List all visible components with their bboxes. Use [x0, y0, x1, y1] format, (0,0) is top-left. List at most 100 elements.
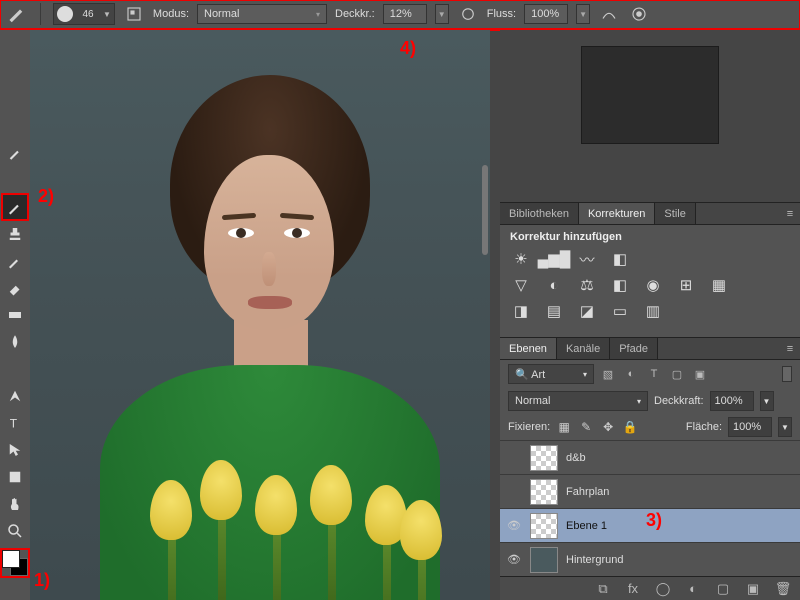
eraser-tool[interactable]	[3, 276, 27, 300]
exposure-icon[interactable]: ◧	[609, 249, 631, 269]
lock-pixels-icon[interactable]: ✎	[578, 419, 594, 435]
lock-transparency-icon[interactable]: ▦	[556, 419, 572, 435]
tab-channels[interactable]: Kanäle	[557, 338, 610, 359]
visibility-toggle[interactable]	[506, 484, 522, 500]
brush-tool[interactable]	[3, 195, 27, 219]
canvas-scrollbar[interactable]	[482, 165, 488, 255]
brush-preset-picker[interactable]: 46 ▼	[53, 3, 115, 25]
lock-position-icon[interactable]: ✥	[600, 419, 616, 435]
layer-opacity-label: Deckkraft:	[654, 395, 704, 407]
group-icon[interactable]: ▢	[714, 580, 732, 598]
lasso-tool[interactable]	[3, 60, 27, 84]
layer-opacity-scrubber[interactable]: ▼	[760, 391, 774, 411]
layer-mask-icon[interactable]: ◯	[654, 580, 672, 598]
trash-icon[interactable]: 🗑	[774, 580, 792, 598]
zoom-tool[interactable]	[3, 519, 27, 543]
pressure-size-icon[interactable]	[628, 3, 650, 25]
layer-name[interactable]: Ebene 1	[566, 520, 607, 532]
layer-opacity-input[interactable]: 100%	[710, 391, 754, 411]
opacity-scrubber[interactable]: ▼	[435, 4, 449, 24]
levels-icon[interactable]: ▄▆█	[543, 249, 565, 269]
layer-row[interactable]: 👁 Hintergrund	[500, 542, 800, 576]
brush-panel-toggle-icon[interactable]	[123, 3, 145, 25]
path-selection-tool[interactable]	[3, 438, 27, 462]
vibrance-icon[interactable]: ▽	[510, 275, 532, 295]
bw-icon[interactable]: ◧	[609, 275, 631, 295]
tab-corrections[interactable]: Korrekturen	[579, 203, 655, 224]
layer-filter-bar: 🔍 Art▾ ▧ ◐ T ▢ ▣	[500, 360, 800, 388]
layer-thumbnail[interactable]	[530, 547, 558, 573]
layer-fill-scrubber[interactable]: ▼	[778, 417, 792, 437]
layer-row[interactable]: d&b	[500, 440, 800, 474]
filter-toggle[interactable]	[782, 366, 792, 382]
visibility-toggle[interactable]	[506, 450, 522, 466]
layer-fill-input[interactable]: 100%	[728, 417, 772, 437]
dodge-tool[interactable]	[3, 357, 27, 381]
lock-all-icon[interactable]: 🔒	[622, 419, 638, 435]
adjustment-layer-icon[interactable]: ◐	[684, 580, 702, 598]
new-layer-icon[interactable]: ▣	[744, 580, 762, 598]
curves-icon[interactable]: 〰	[576, 249, 598, 269]
hue-sat-icon[interactable]: ◐	[543, 275, 565, 295]
flow-scrubber[interactable]: ▼	[576, 4, 590, 24]
layer-thumbnail[interactable]	[530, 445, 558, 471]
foreground-color[interactable]	[2, 550, 20, 568]
filter-smart-icon[interactable]: ▣	[691, 365, 709, 383]
svg-text:T: T	[10, 417, 18, 431]
type-tool[interactable]: T	[3, 411, 27, 435]
eyedropper-tool[interactable]	[3, 141, 27, 165]
tab-layers[interactable]: Ebenen	[500, 338, 557, 359]
color-swatch[interactable]	[2, 550, 28, 576]
pen-tool[interactable]	[3, 384, 27, 408]
layer-thumbnail[interactable]	[530, 513, 558, 539]
navigator-thumbnail[interactable]	[581, 46, 719, 144]
hand-tool[interactable]	[3, 492, 27, 516]
airbrush-icon[interactable]	[598, 3, 620, 25]
link-layers-icon[interactable]: ⧉	[594, 580, 612, 598]
tab-styles[interactable]: Stile	[655, 203, 695, 224]
tool-preset-icon[interactable]	[6, 3, 28, 25]
brightness-contrast-icon[interactable]: ☀	[510, 249, 532, 269]
history-brush-tool[interactable]	[3, 249, 27, 273]
selective-color-icon[interactable]: ▥	[642, 301, 664, 321]
channel-mixer-icon[interactable]: ⊞	[675, 275, 697, 295]
photo-filter-icon[interactable]: ◉	[642, 275, 664, 295]
blend-mode-select[interactable]: Normal ▾	[197, 4, 327, 24]
gradient-tool[interactable]	[3, 303, 27, 327]
flow-input[interactable]: 100%	[524, 4, 568, 24]
blur-tool[interactable]	[3, 330, 27, 354]
visibility-toggle[interactable]: 👁	[506, 552, 522, 568]
panel-menu-icon[interactable]: ≡	[780, 203, 800, 224]
shape-tool[interactable]	[3, 465, 27, 489]
threshold-icon[interactable]: ◪	[576, 301, 598, 321]
opacity-input[interactable]: 12%	[383, 4, 427, 24]
filter-pixel-icon[interactable]: ▧	[599, 365, 617, 383]
crop-tool[interactable]	[3, 114, 27, 138]
layer-thumbnail[interactable]	[530, 479, 558, 505]
filter-shape-icon[interactable]: ▢	[668, 365, 686, 383]
layer-name[interactable]: Hintergrund	[566, 554, 623, 566]
filter-adjust-icon[interactable]: ◐	[622, 365, 640, 383]
filter-type-icon[interactable]: T	[645, 365, 663, 383]
pressure-opacity-icon[interactable]	[457, 3, 479, 25]
color-balance-icon[interactable]: ⚖	[576, 275, 598, 295]
gradient-map-icon[interactable]: ▭	[609, 301, 631, 321]
stamp-tool[interactable]	[3, 222, 27, 246]
layer-name[interactable]: Fahrplan	[566, 486, 609, 498]
layer-name[interactable]: d&b	[566, 452, 586, 464]
healing-brush-tool[interactable]	[3, 168, 27, 192]
layer-kind-select[interactable]: 🔍 Art▾	[508, 364, 594, 384]
tab-libraries[interactable]: Bibliotheken	[500, 203, 579, 224]
panel-menu-icon[interactable]: ≡	[780, 338, 800, 359]
document-canvas[interactable]	[30, 30, 490, 600]
tab-paths[interactable]: Pfade	[610, 338, 658, 359]
layer-blend-select[interactable]: Normal▾	[508, 391, 648, 411]
layer-row[interactable]: Fahrplan	[500, 474, 800, 508]
color-lookup-icon[interactable]: ▦	[708, 275, 730, 295]
posterize-icon[interactable]: ▤	[543, 301, 565, 321]
invert-icon[interactable]: ◨	[510, 301, 532, 321]
marquee-tool[interactable]	[3, 33, 27, 57]
layer-fx-icon[interactable]: fx	[624, 580, 642, 598]
magic-wand-tool[interactable]	[3, 87, 27, 111]
visibility-toggle[interactable]: 👁	[506, 518, 522, 534]
